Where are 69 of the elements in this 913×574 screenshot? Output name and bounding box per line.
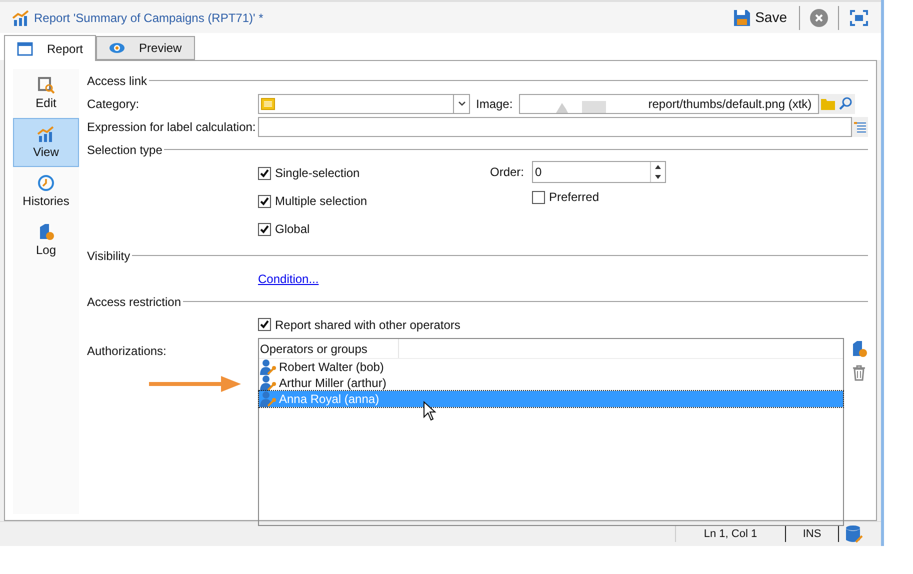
sidebar-item[interactable]: Log bbox=[13, 216, 79, 265]
checkbox[interactable] bbox=[258, 194, 271, 208]
image-field[interactable]: report/thumbs/default.png (xtk) bbox=[518, 94, 819, 114]
expression-field[interactable] bbox=[258, 116, 852, 136]
section-title: Visibility bbox=[87, 248, 130, 264]
order-value: 0 bbox=[535, 164, 543, 181]
window-title: Report 'Summary of Campaigns (RPT71)' * bbox=[34, 10, 264, 26]
sidebar-item[interactable]: Edit bbox=[13, 69, 79, 118]
checkbox-label: Global bbox=[275, 221, 310, 238]
chevron-down-icon bbox=[458, 101, 466, 106]
field-label: Category: bbox=[87, 96, 140, 112]
field-label: Order: bbox=[488, 164, 525, 181]
section-title: Access restriction bbox=[87, 294, 182, 310]
checkbox-label: Multiple selection bbox=[275, 193, 368, 210]
search-button[interactable] bbox=[836, 94, 855, 114]
search-icon bbox=[839, 97, 852, 110]
operator-name: Anna Royal (anna) bbox=[279, 391, 380, 408]
chart-icon bbox=[12, 8, 30, 26]
add-file-icon bbox=[851, 340, 867, 358]
list-edit-icon bbox=[854, 120, 866, 132]
clock-icon bbox=[37, 174, 55, 192]
section-title: Access link bbox=[87, 72, 148, 90]
user-key-icon bbox=[259, 391, 277, 407]
section-title: Selection type bbox=[87, 142, 162, 158]
checkbox-label: Single-selection bbox=[275, 165, 360, 182]
operator-name: Robert Walter (bob) bbox=[279, 359, 384, 376]
checkbox[interactable] bbox=[258, 166, 271, 180]
tab[interactable]: Preview bbox=[96, 36, 195, 60]
category-dropdown[interactable] bbox=[258, 94, 470, 114]
order-spinner[interactable]: 0 bbox=[532, 161, 666, 183]
list-row[interactable]: Arthur Miller (arthur) bbox=[259, 375, 843, 391]
add-operator-button[interactable] bbox=[850, 340, 868, 358]
database-icon bbox=[845, 525, 863, 543]
checkbox[interactable] bbox=[258, 318, 271, 331]
image-placeholder-icon bbox=[556, 98, 606, 112]
magnifier-page-icon bbox=[37, 76, 55, 94]
folder-icon bbox=[820, 98, 835, 110]
fullscreen-icon bbox=[850, 10, 868, 26]
maximize-button[interactable] bbox=[849, 8, 869, 28]
list-icon bbox=[261, 98, 275, 110]
list-row[interactable]: Robert Walter (bob) bbox=[259, 359, 843, 375]
checkbox-label: Preferred bbox=[549, 189, 600, 206]
condition-link[interactable]: Condition... bbox=[258, 270, 319, 288]
chart-icon bbox=[37, 124, 55, 142]
sidebar-item[interactable]: View bbox=[13, 118, 79, 167]
window-icon bbox=[17, 42, 33, 56]
delete-button[interactable] bbox=[850, 364, 868, 382]
eye-icon bbox=[109, 42, 126, 54]
close-button[interactable] bbox=[810, 8, 828, 26]
expression-editor-button[interactable] bbox=[852, 116, 868, 136]
sidebar-item[interactable]: Histories bbox=[13, 167, 79, 216]
save-button[interactable]: Save bbox=[731, 7, 789, 28]
checkbox[interactable] bbox=[258, 222, 271, 236]
mouse-cursor-icon bbox=[423, 401, 437, 421]
field-label: Expression for label calculation: bbox=[87, 118, 257, 136]
close-icon bbox=[814, 12, 824, 22]
tab[interactable]: Report bbox=[4, 35, 96, 61]
user-key-icon bbox=[259, 359, 277, 375]
column-header[interactable]: Operators or groups bbox=[259, 339, 399, 358]
log-icon bbox=[37, 222, 55, 240]
checkbox[interactable] bbox=[532, 190, 545, 204]
field-label: Image: bbox=[476, 96, 513, 112]
checkbox-label: Report shared with other operators bbox=[275, 316, 460, 334]
insert-mode: INS bbox=[802, 526, 822, 542]
user-key-icon bbox=[259, 375, 277, 391]
trash-icon bbox=[852, 365, 866, 381]
field-label: Authorizations: bbox=[87, 343, 168, 360]
operator-name: Arthur Miller (arthur) bbox=[279, 375, 386, 392]
folder-button[interactable] bbox=[818, 94, 837, 114]
